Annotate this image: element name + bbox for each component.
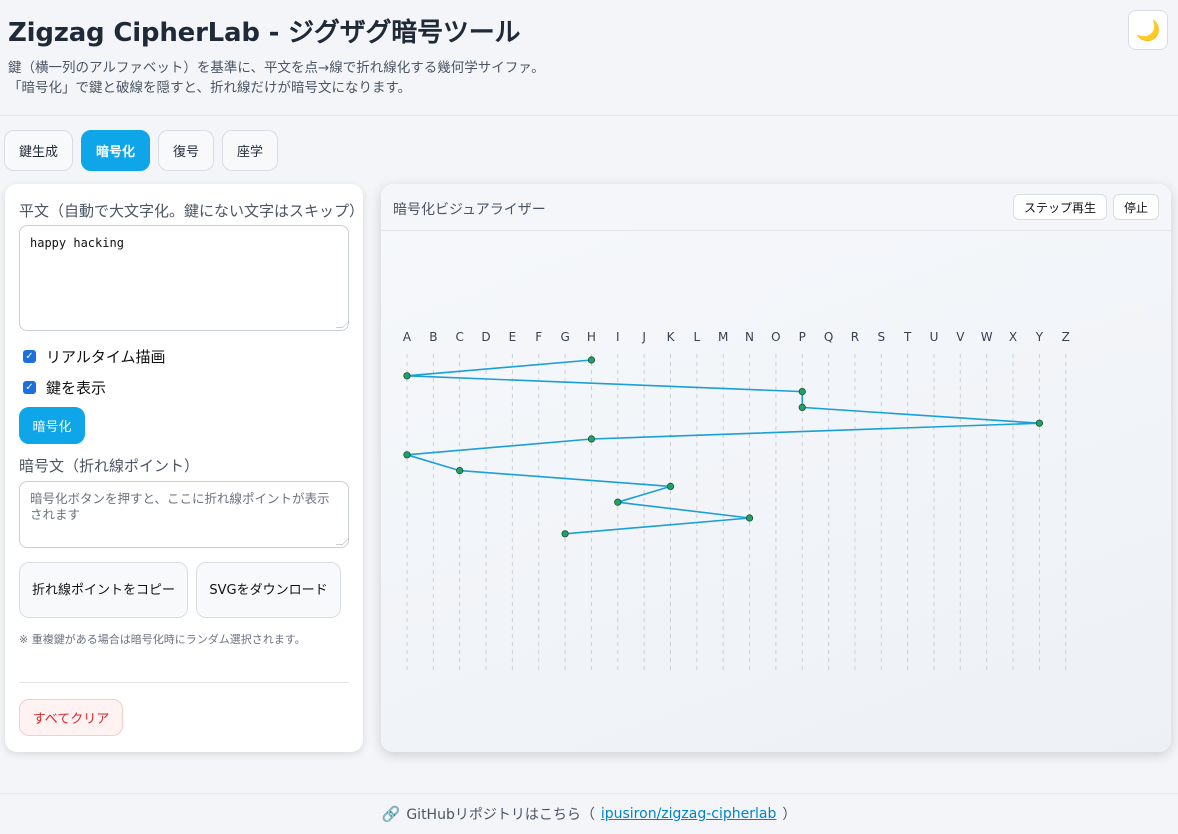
realtime-label: リアルタイム描画: [46, 348, 166, 366]
key-letter: K: [667, 330, 676, 344]
duplicate-key-note: ※ 重複鍵がある場合は暗号化時にランダム選択されます。: [19, 633, 306, 646]
key-letter: Y: [1035, 330, 1044, 344]
app-title: Zigzag CipherLab - ジグザグ暗号ツール: [8, 18, 521, 48]
zigzag-point: [561, 530, 569, 538]
key-letter: H: [587, 330, 596, 344]
key-letter: I: [616, 330, 620, 344]
visualizer-title: 暗号化ビジュアライザー: [393, 202, 546, 218]
zigzag-point: [614, 498, 622, 506]
key-letter: L: [694, 330, 701, 344]
plaintext-input[interactable]: happy hacking: [19, 225, 350, 331]
show-key-label: 鍵を表示: [46, 379, 107, 397]
app-subtitle: 鍵（横一列のアルファベット）を基準に、平文を点→線で折れ線化する幾何学サイファ。…: [8, 58, 545, 98]
key-letter: O: [771, 330, 780, 344]
theme-toggle-button[interactable]: 🌙: [1128, 10, 1168, 50]
plaintext-value: happy hacking: [30, 236, 124, 250]
key-letter: Z: [1062, 330, 1070, 344]
stop-button[interactable]: 停止: [1113, 194, 1159, 220]
show-key-option[interactable]: ✓ 鍵を表示: [23, 377, 106, 398]
zigzag-point: [403, 451, 411, 459]
resize-handle-icon[interactable]: [335, 321, 350, 328]
ciphertext-output[interactable]: 暗号化ボタンを押すと、ここに折れ線ポイントが表示されます: [19, 481, 350, 548]
key-letter: X: [1009, 330, 1017, 344]
app-header: Zigzag CipherLab - ジグザグ暗号ツール 鍵（横一列のアルファベ…: [0, 0, 1178, 116]
key-letter: B: [429, 330, 437, 344]
zigzag-point: [666, 482, 675, 490]
realtime-checkbox[interactable]: ✓: [23, 350, 36, 363]
key-letter: E: [509, 330, 517, 344]
key-letter: C: [456, 330, 464, 344]
zigzag-point: [798, 403, 806, 411]
visualizer-header: 暗号化ビジュアライザー ステップ再生 停止: [381, 184, 1171, 231]
zigzag-canvas: A B C D E F G H I J K L M N O P Q R S T U V W X Y Z: [403, 330, 1070, 671]
key-letter: N: [745, 330, 754, 344]
github-link[interactable]: ipusiron/zigzag-cipherlab: [601, 806, 777, 822]
zigzag-point: [587, 435, 596, 443]
encrypt-panel: 平文（自動で大文字化。鍵にない文字はスキップ） happy hacking ✓ …: [5, 184, 365, 752]
footer-text: GitHubリポジトリはこちら（: [406, 807, 595, 823]
key-letter: V: [956, 330, 965, 344]
moon-icon: 🌙: [1135, 18, 1161, 42]
clear-all-button[interactable]: すべてクリア: [19, 699, 123, 736]
ciphertext-placeholder: 暗号化ボタンを押すと、ここに折れ線ポイントが表示されます: [30, 491, 330, 522]
divider: [19, 682, 349, 683]
zigzag-point: [456, 467, 464, 475]
subtitle-line-1: 鍵（横一列のアルファベット）を基準に、平文を点→線で折れ線化する幾何学サイファ。: [8, 60, 545, 76]
key-letter: Q: [824, 330, 833, 344]
ciphertext-label: 暗号文（折れ線ポイント）: [19, 457, 200, 475]
step-play-button[interactable]: ステップ再生: [1013, 194, 1107, 220]
tab-lecture[interactable]: 座学: [222, 130, 279, 171]
plaintext-label: 平文（自動で大文字化。鍵にない文字はスキップ）: [19, 202, 365, 220]
key-letter: P: [799, 330, 806, 344]
tab-encrypt[interactable]: 暗号化: [81, 130, 151, 171]
copy-points-button[interactable]: 折れ線ポイントをコピー: [19, 562, 188, 618]
footer: 🔗 GitHubリポジトリはこちら（ ipusiron/zigzag-ciphe…: [0, 793, 1178, 834]
key-letter: S: [877, 330, 885, 344]
realtime-option[interactable]: ✓ リアルタイム描画: [23, 346, 166, 367]
key-letter: T: [903, 330, 912, 344]
resize-handle-icon[interactable]: [335, 538, 350, 545]
zigzag-point: [587, 356, 596, 364]
download-svg-button[interactable]: SVGをダウンロード: [196, 562, 341, 618]
zigzag-point: [798, 388, 806, 396]
link-icon: 🔗: [381, 805, 401, 823]
encryption-visualizer: 暗号化ビジュアライザー ステップ再生 停止 A B C D E F G H I J K L M N O P Q R…: [381, 184, 1171, 752]
tab-decrypt[interactable]: 復号: [158, 130, 215, 171]
key-letter: F: [535, 330, 542, 344]
key-letter: G: [560, 330, 569, 344]
key-letter: W: [981, 330, 993, 344]
footer-close: ）: [782, 807, 797, 823]
key-letter: M: [718, 330, 728, 344]
zigzag-point: [1035, 419, 1044, 427]
key-letter: A: [403, 330, 412, 344]
key-letter: J: [641, 330, 646, 344]
zigzag-point: [745, 514, 754, 522]
subtitle-line-2: 「暗号化」で鍵と破線を隠すと、折れ線だけが暗号文になります。: [8, 80, 412, 96]
show-key-checkbox[interactable]: ✓: [23, 381, 36, 394]
key-letter: D: [481, 330, 490, 344]
tab-keygen[interactable]: 鍵生成: [4, 130, 74, 171]
encrypt-button[interactable]: 暗号化: [19, 407, 85, 444]
key-letter: U: [930, 330, 939, 344]
tab-bar: 鍵生成 暗号化 復号 座学: [4, 130, 279, 171]
key-letter: R: [851, 330, 859, 344]
zigzag-point: [403, 372, 411, 380]
